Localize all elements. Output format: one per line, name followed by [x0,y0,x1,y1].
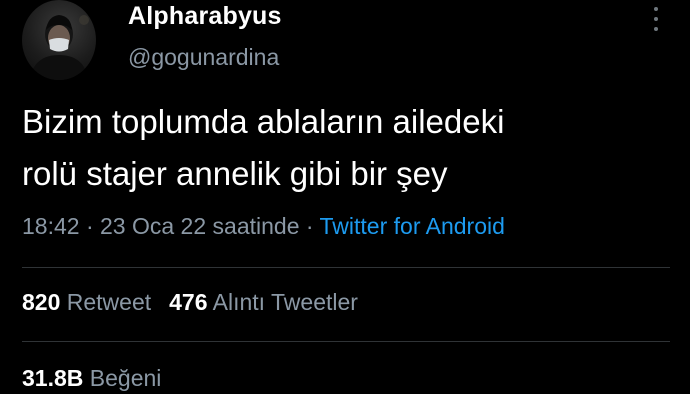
avatar[interactable] [22,0,96,80]
likes-stat-row: 31.8B Beğeni [22,365,161,392]
quotes-count: 476 [169,289,208,315]
display-name[interactable]: Alpharabyus [128,2,282,31]
tweet-detail: Alpharabyus @gogunardina Bizim toplumda … [0,0,690,394]
dot [654,17,658,21]
retweets-label: Retweet [66,289,152,315]
tweet-date[interactable]: 23 Oca 22 saatinde [100,213,299,239]
tweet-metadata: 18:42 · 23 Oca 22 saatinde · Twitter for… [22,213,505,240]
divider [22,267,670,268]
user-handle[interactable]: @gogunardina [128,44,279,71]
meta-separator: · [299,213,320,239]
divider [22,341,670,342]
dot [654,27,658,31]
more-options-icon[interactable] [648,4,664,34]
tweet-source-link[interactable]: Twitter for Android [320,213,505,239]
retweets-count: 820 [22,289,61,315]
retweets-stat[interactable]: 820 Retweet [22,289,151,315]
likes-count: 31.8B [22,365,84,391]
likes-stat[interactable]: 31.8B Beğeni [22,365,161,391]
tweet-text-line: rolü stajer annelik gibi bir şey [22,155,448,192]
profile-photo-icon [30,15,89,80]
quotes-label: Alıntı Tweetler [212,289,358,315]
likes-label: Beğeni [89,365,162,391]
dot [654,7,658,11]
engagement-stats-row: 820 Retweet 476 Alıntı Tweetler [22,289,358,316]
tweet-text: Bizim toplumda ablaların ailedeki rolü s… [22,96,672,200]
quote-tweets-stat[interactable]: 476 Alıntı Tweetler [169,289,358,315]
meta-separator: · [79,213,101,239]
tweet-text-line: Bizim toplumda ablaların ailedeki [22,103,505,140]
tweet-time[interactable]: 18:42 [22,213,80,239]
